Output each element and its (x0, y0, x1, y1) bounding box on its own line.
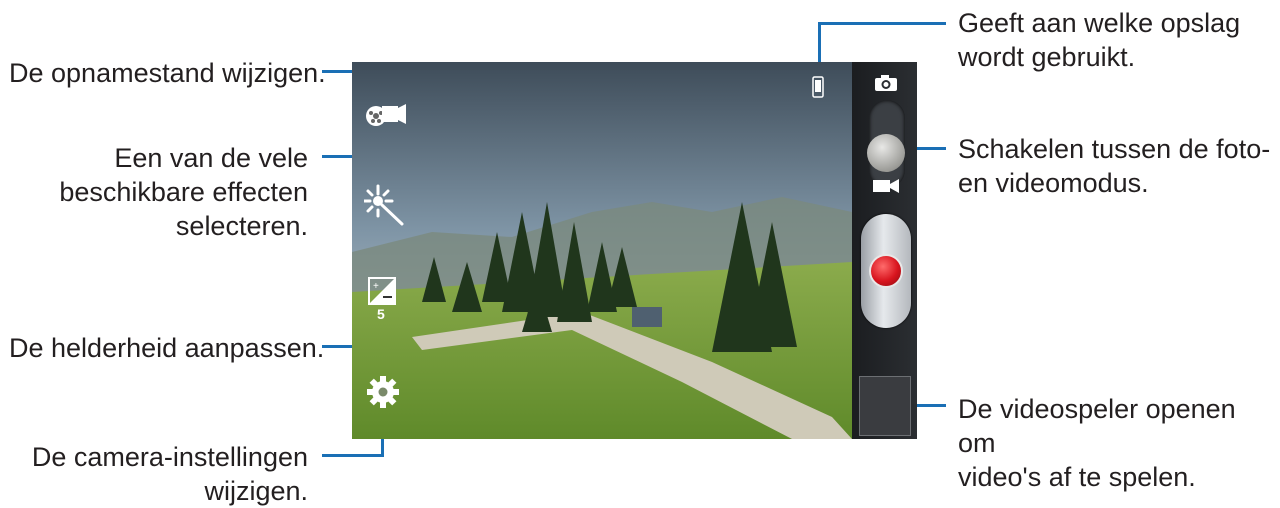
callout-settings: De camera-instellingen wijzigen. (20, 440, 308, 508)
callout-effects-line2: beschikbare effecten (59, 177, 308, 207)
record-button[interactable] (861, 214, 911, 328)
leader-settings (322, 454, 384, 457)
callout-settings-line1: De camera-instellingen (31, 442, 308, 472)
callout-effects-line3: selecteren. (175, 211, 308, 241)
callout-settings-line2: wijzigen. (204, 476, 308, 506)
callout-effects: Een van de vele beschikbare effecten sel… (40, 141, 308, 243)
record-dot-icon (869, 254, 903, 288)
camera-control-bar (852, 62, 917, 439)
callout-storage-line2: wordt gebruikt. (958, 42, 1136, 72)
gear-icon[interactable] (366, 375, 400, 409)
mode-switch-knob[interactable] (867, 134, 905, 172)
camera-preview-image (352, 62, 852, 439)
callout-effects-line1: Een van de vele (114, 143, 308, 173)
video-camera-icon[interactable] (872, 178, 900, 194)
callout-brightness: De helderheid aanpassen. (9, 333, 325, 363)
leader-storage (818, 22, 946, 25)
video-reel-icon[interactable] (364, 98, 408, 128)
camera-icon[interactable] (874, 74, 898, 92)
callout-video-player-line1: De videospeler openen om (958, 394, 1236, 458)
callout-storage-line1: Geeft aan welke opslag (958, 8, 1241, 38)
leader-video-player (912, 404, 946, 407)
brightness-value: 5 (377, 306, 385, 322)
exposure-icon[interactable]: + (368, 277, 396, 305)
callout-mode-switch-line1: Schakelen tussen de foto- (958, 134, 1271, 164)
svg-text:+: + (373, 281, 379, 292)
callout-recording-mode: De opnamestand wijzigen. (9, 58, 326, 88)
callout-storage: Geeft aan welke opslag wordt gebruikt. (958, 6, 1240, 74)
video-player-thumbnail-button[interactable] (859, 376, 911, 436)
phone-storage-icon (812, 76, 824, 98)
camera-viewfinder: + 5 (352, 62, 917, 439)
callout-mode-switch: Schakelen tussen de foto- en videomodus. (958, 132, 1270, 200)
callout-video-player: De videospeler openen om video's af te s… (958, 392, 1280, 494)
magic-wand-icon[interactable] (364, 184, 404, 226)
callout-video-player-line2: video's af te spelen. (958, 462, 1196, 492)
callout-mode-switch-line2: en videomodus. (958, 168, 1149, 198)
